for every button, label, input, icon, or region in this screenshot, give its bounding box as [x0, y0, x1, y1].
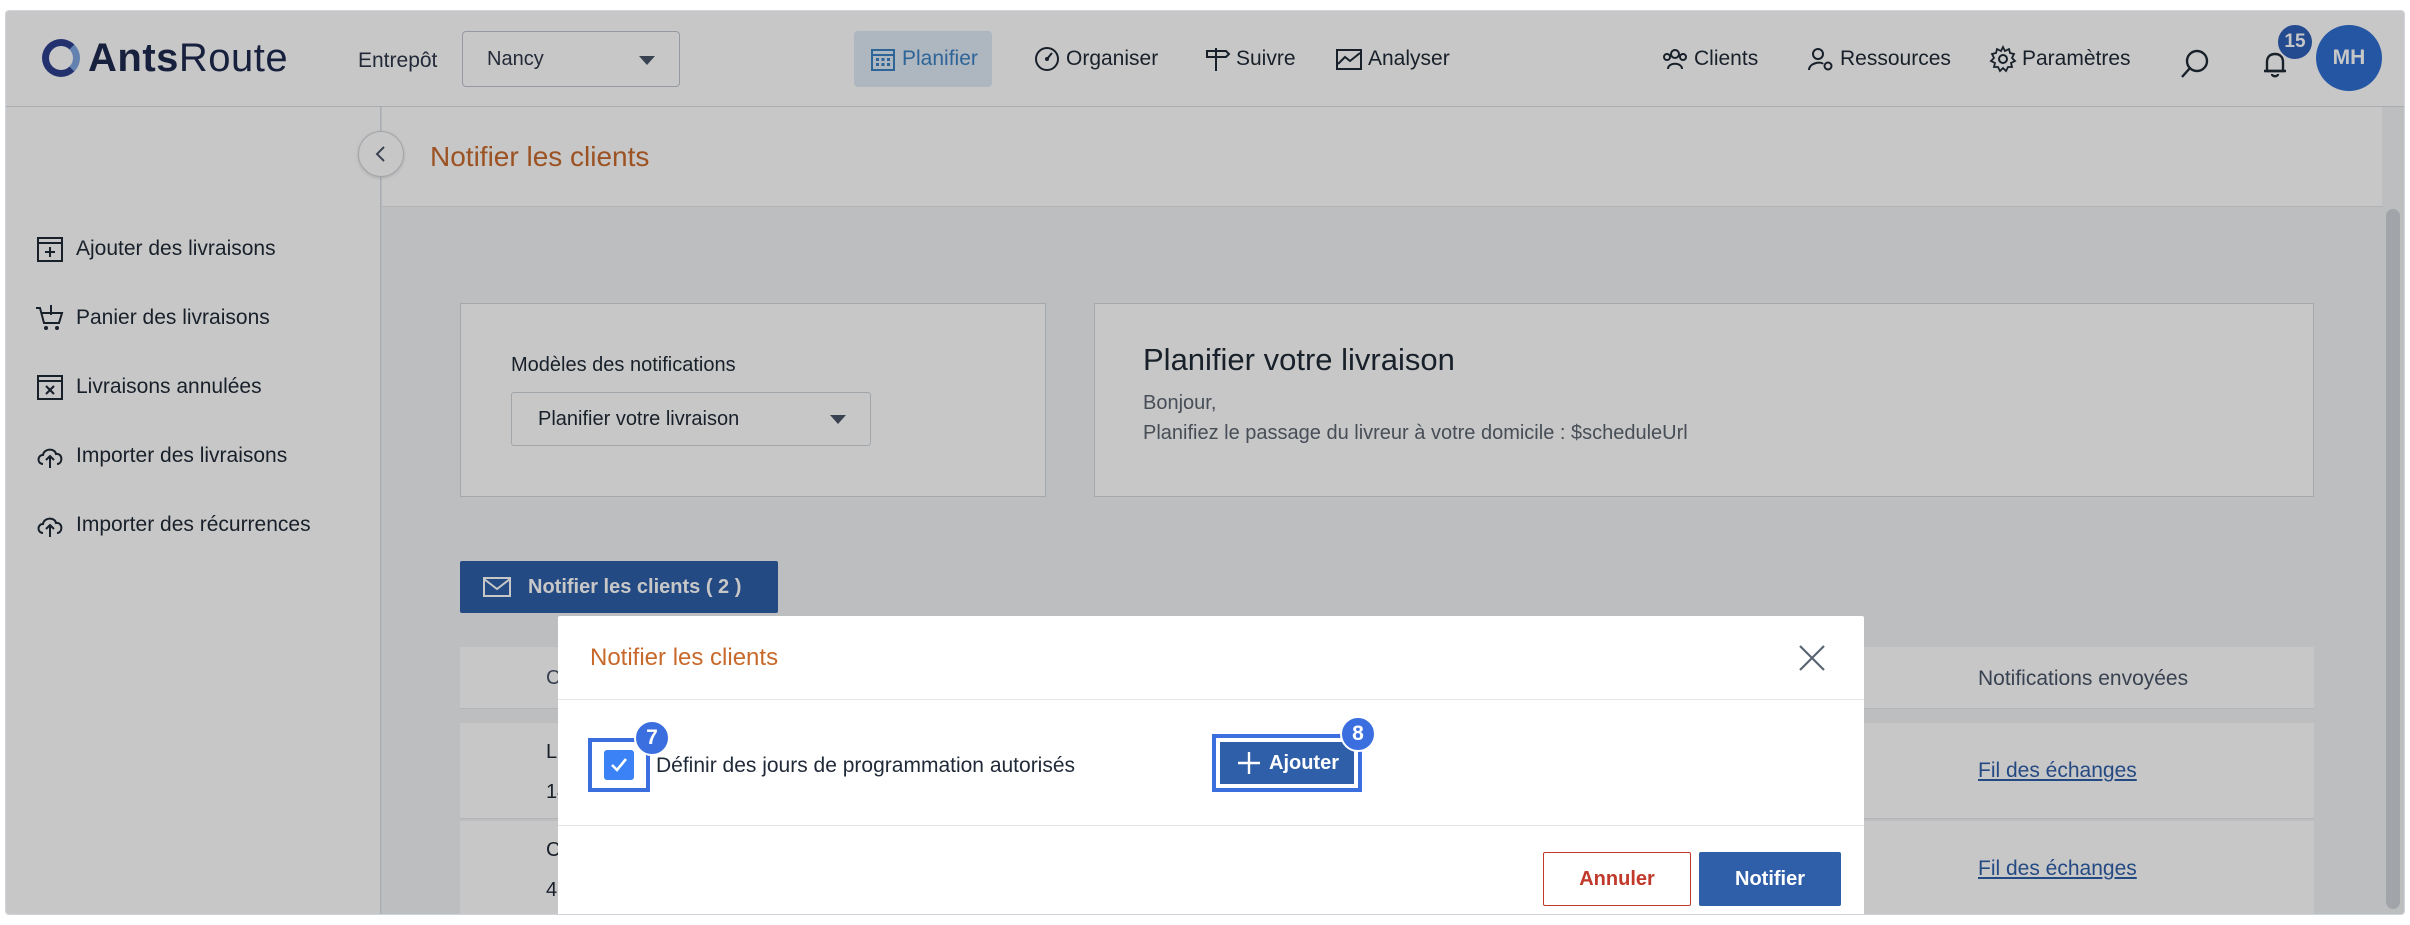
add-button-highlight: Ajouter: [1212, 734, 1362, 792]
scheduling-days-label: Définir des jours de programmation autor…: [656, 754, 1076, 777]
scheduling-days-checkbox[interactable]: [604, 750, 634, 780]
plus-icon: [1238, 752, 1260, 774]
notify-clients-modal: Notifier les clients 7 Définir des jours…: [558, 616, 1864, 914]
app-window: AntsRoute Entrepôt Nancy Planifier Organ…: [5, 10, 2405, 915]
add-button-label: Ajouter: [1269, 751, 1339, 774]
modal-body: 7 Définir des jours de programmation aut…: [558, 700, 1864, 826]
checkmark-icon: [611, 758, 628, 772]
notify-button[interactable]: Notifier: [1699, 852, 1841, 906]
add-button[interactable]: Ajouter: [1220, 742, 1354, 784]
step-badge-8: 8: [1340, 716, 1376, 752]
modal-header: Notifier les clients: [558, 616, 1864, 700]
step-badge-7: 7: [634, 720, 670, 756]
close-icon[interactable]: [1796, 642, 1828, 674]
cancel-button[interactable]: Annuler: [1543, 852, 1691, 906]
modal-title: Notifier les clients: [590, 644, 779, 671]
